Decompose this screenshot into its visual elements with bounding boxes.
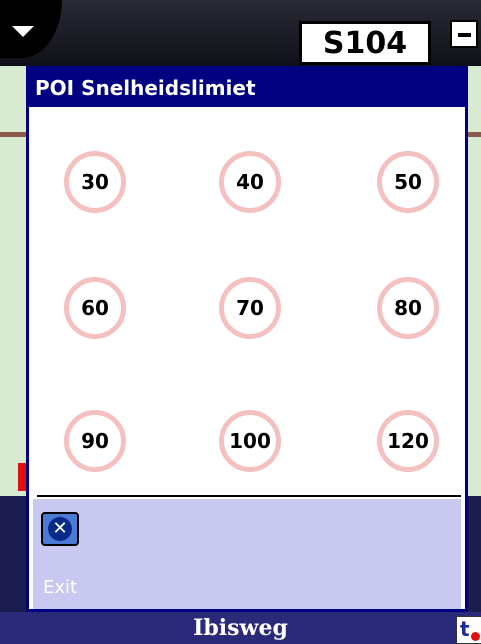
speed-sign-80[interactable]: 80: [377, 277, 439, 339]
map-road: [468, 132, 481, 137]
dialog-title: POI Snelheidslimiet: [29, 69, 465, 107]
speed-sign-100[interactable]: 100: [219, 410, 281, 472]
exit-button[interactable]: ✕: [41, 512, 79, 546]
divider: [37, 495, 461, 497]
speed-sign-30[interactable]: 30: [64, 151, 126, 213]
chevron-down-icon: [12, 26, 34, 37]
exit-label: Exit: [43, 577, 78, 598]
map-background-right: [468, 66, 481, 496]
speed-sign-90[interactable]: 90: [64, 410, 126, 472]
speed-limit-dialog: POI Snelheidslimiet 30 40 50 60 70 80 90…: [26, 66, 468, 612]
speed-sign-50[interactable]: 50: [377, 151, 439, 213]
speed-sign-120[interactable]: 120: [377, 410, 439, 472]
speed-sign-60[interactable]: 60: [64, 277, 126, 339]
dialog-footer: ✕ Exit: [33, 499, 461, 609]
minimize-icon: [458, 33, 471, 37]
map-marker: [18, 463, 26, 491]
speed-sign-70[interactable]: 70: [219, 277, 281, 339]
map-road: [0, 132, 26, 137]
traffic-icon: t: [460, 617, 470, 641]
speed-sign-40[interactable]: 40: [219, 151, 281, 213]
speed-limit-grid: 30 40 50 60 70 80 90 100 120: [29, 107, 465, 497]
alert-dot-icon: [471, 632, 480, 641]
minimize-button[interactable]: [450, 20, 478, 48]
street-name-bar: Ibisweg: [0, 612, 481, 644]
traffic-button[interactable]: t: [456, 616, 481, 644]
street-name: Ibisweg: [193, 615, 288, 641]
map-background-left: [0, 66, 26, 496]
close-icon: ✕: [48, 517, 72, 541]
road-number-badge: S104: [299, 21, 431, 65]
